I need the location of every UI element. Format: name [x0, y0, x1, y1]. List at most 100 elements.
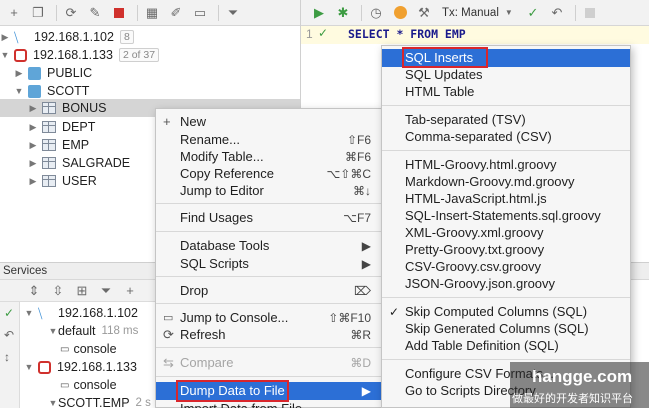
commit-icon[interactable]: ✓ — [523, 3, 543, 23]
console-icon[interactable]: ▭ — [190, 3, 210, 23]
stop-icon[interactable] — [109, 3, 129, 23]
collapse-arrow-icon[interactable]: ▼ — [24, 362, 34, 372]
history-icon[interactable]: ◷ — [366, 3, 386, 23]
expand-arrow-icon[interactable]: ▶ — [28, 103, 38, 114]
services-row-label: console — [73, 378, 117, 392]
expand-arrow-icon[interactable]: ▶ — [28, 140, 38, 151]
sql-editor-text[interactable]: SELECT * FROM EMP — [348, 27, 466, 41]
menu-separator — [156, 347, 381, 348]
menu-item-modify-table[interactable]: Modify Table... ⌘F6 — [156, 148, 381, 166]
menu-item-rename[interactable]: Rename... ⇧F6 — [156, 131, 381, 149]
expand-arrow-icon[interactable]: ▶ — [28, 158, 38, 169]
stop-square-icon[interactable] — [580, 3, 600, 23]
menu-item-copy-reference[interactable]: Copy Reference ⌥⇧⌘C — [156, 165, 381, 183]
menu-shortcut: ⇧⌘F10 — [328, 311, 371, 325]
table-view-icon[interactable]: ▦ — [142, 3, 162, 23]
menu-item-jump-to-editor[interactable]: Jump to Editor ⌘↓ — [156, 182, 381, 200]
menu-item-label: Jump to Editor — [180, 183, 264, 198]
tx-mode-select[interactable]: Tx: Manual — [442, 7, 499, 19]
submenu-item-json-groovy[interactable]: JSON-Groovy.json.groovy — [382, 275, 630, 293]
tree-row-schema[interactable]: ▼ SCOTT — [14, 82, 90, 100]
menu-shortcut: ⇧F6 — [346, 133, 371, 147]
submenu-item-html-groovy[interactable]: HTML-Groovy.html.groovy — [382, 156, 630, 174]
submenu-item-skip-computed-columns[interactable]: ✓ Skip Computed Columns (SQL) — [382, 303, 630, 321]
add-icon[interactable]: + — [4, 3, 24, 23]
menu-item-sql-scripts[interactable]: SQL Scripts ▶ — [156, 255, 381, 273]
expand-arrow-icon[interactable]: ▶ — [0, 32, 10, 43]
services-row[interactable]: ▭ console — [60, 376, 117, 394]
tree-row-table[interactable]: ▶ EMP — [28, 136, 90, 154]
submenu-item-xml-groovy[interactable]: XML-Groovy.xml.groovy — [382, 224, 630, 242]
menu-item-label: Drop — [180, 283, 209, 298]
settings-wrench-icon[interactable]: ⚒ — [414, 3, 434, 23]
menu-item-database-tools[interactable]: Database Tools ▶ — [156, 237, 381, 255]
tree-row-schema[interactable]: ▶ PUBLIC — [14, 64, 93, 82]
rollback-icon[interactable]: ↶ — [4, 328, 14, 342]
menu-item-dump-data-to-file[interactable]: Dump Data to File ▶ — [156, 382, 381, 400]
menu-item-label: New — [180, 114, 207, 129]
menu-item-refresh[interactable]: ⟳ Refresh ⌘R — [156, 326, 381, 344]
expand-icon[interactable]: ↕ — [4, 350, 10, 364]
submenu-item-sql-inserts[interactable]: SQL Inserts — [382, 49, 630, 67]
menu-item-find-usages[interactable]: Find Usages ⌥F7 — [156, 209, 381, 227]
menu-item-drop[interactable]: Drop ⌦ — [156, 282, 381, 300]
collapse-arrow-icon[interactable]: ▼ — [48, 326, 58, 336]
services-row-label: 192.168.1.102 — [58, 306, 138, 320]
edit-properties-icon[interactable]: ✎ — [85, 3, 105, 23]
submenu-item-markdown-groovy[interactable]: Markdown-Groovy.md.groovy — [382, 173, 630, 191]
menu-item-jump-to-console[interactable]: ▭ Jump to Console... ⇧⌘F10 — [156, 309, 381, 327]
submenu-item-html-javascript[interactable]: HTML-JavaScript.html.js — [382, 190, 630, 208]
services-row[interactable]: ▭ console — [60, 340, 117, 358]
filter-icon[interactable]: ⏷ — [223, 3, 243, 23]
add-icon[interactable]: + — [120, 281, 140, 301]
tree-row-table[interactable]: ▶ USER — [28, 172, 97, 190]
submenu-item-tsv[interactable]: Tab-separated (TSV) — [382, 111, 630, 129]
menu-item-label: HTML-JavaScript.html.js — [405, 191, 547, 206]
services-row[interactable]: ▼ ⧹ 192.168.1.102 — [24, 304, 138, 322]
edit-table-icon[interactable]: ✐ — [166, 3, 186, 23]
menu-shortcut: ⌘D — [350, 356, 371, 370]
collapse-arrow-icon[interactable]: ▼ — [24, 308, 34, 318]
menu-item-new[interactable]: + New — [156, 113, 381, 131]
submenu-item-skip-generated-columns[interactable]: Skip Generated Columns (SQL) — [382, 320, 630, 338]
expand-arrow-icon[interactable]: ▶ — [14, 68, 24, 79]
expand-arrow-icon[interactable]: ▶ — [28, 122, 38, 133]
plan-icon[interactable] — [390, 3, 410, 23]
duplicate-icon[interactable]: ❐ — [28, 3, 48, 23]
execute-icon[interactable]: ▶ — [309, 3, 329, 23]
collapse-arrow-icon[interactable]: ▼ — [14, 86, 24, 96]
submenu-item-add-table-definition[interactable]: Add Table Definition (SQL) — [382, 337, 630, 355]
rollback-icon[interactable]: ↶ — [547, 3, 567, 23]
filter-icon[interactable]: ⏷ — [96, 281, 116, 301]
services-row[interactable]: ▼ SCOTT.EMP 2 s — [48, 394, 151, 408]
console-icon: ▭ — [163, 312, 174, 324]
tree-row-datasource[interactable]: ▼ 192.168.1.133 2 of 37 — [0, 46, 160, 64]
services-row[interactable]: ▼ default 118 ms — [48, 322, 139, 340]
tree-row-datasource[interactable]: ▶ ⧹ 192.168.1.102 8 — [0, 28, 134, 46]
chevron-down-icon[interactable]: ▼ — [499, 3, 519, 23]
menu-separator — [156, 303, 381, 304]
oracle-datasource-icon — [14, 48, 27, 62]
submenu-item-html-table[interactable]: HTML Table — [382, 83, 630, 101]
tree-row-table[interactable]: ▶ DEPT — [28, 118, 96, 136]
collapse-arrow-icon[interactable]: ▼ — [48, 398, 58, 408]
refresh-icon[interactable]: ⟳ — [61, 3, 81, 23]
submenu-item-pretty-groovy[interactable]: Pretty-Groovy.txt.groovy — [382, 241, 630, 259]
tree-row-table[interactable]: ▶ SALGRADE — [28, 154, 131, 172]
submenu-item-csv[interactable]: Comma-separated (CSV) — [382, 128, 630, 146]
group-icon[interactable]: ⊞ — [72, 281, 92, 301]
debug-icon[interactable]: ✱ — [333, 3, 353, 23]
submenu-item-csv-groovy[interactable]: CSV-Groovy.csv.groovy — [382, 258, 630, 276]
collapse-arrow-icon[interactable]: ▼ — [0, 50, 10, 60]
services-row[interactable]: ▼ 192.168.1.133 — [24, 358, 137, 376]
commit-icon[interactable]: ✓ — [4, 306, 14, 320]
submenu-item-sql-insert-statements[interactable]: SQL-Insert-Statements.sql.groovy — [382, 207, 630, 225]
menu-item-label: Database Tools — [180, 238, 270, 253]
submenu-item-sql-updates[interactable]: SQL Updates — [382, 66, 630, 84]
collapse-all-icon[interactable]: ⇳ — [48, 281, 68, 301]
editor-toolbar: ▶ ✱ ◷ ⚒ Tx: Manual ▼ ✓ ↶ — [301, 0, 649, 26]
expand-arrow-icon[interactable]: ▶ — [28, 176, 38, 187]
menu-item-label: SQL Inserts — [405, 50, 474, 65]
menu-item-import-data[interactable]: Import Data from File... — [156, 400, 381, 408]
expand-all-icon[interactable]: ⇕ — [24, 281, 44, 301]
